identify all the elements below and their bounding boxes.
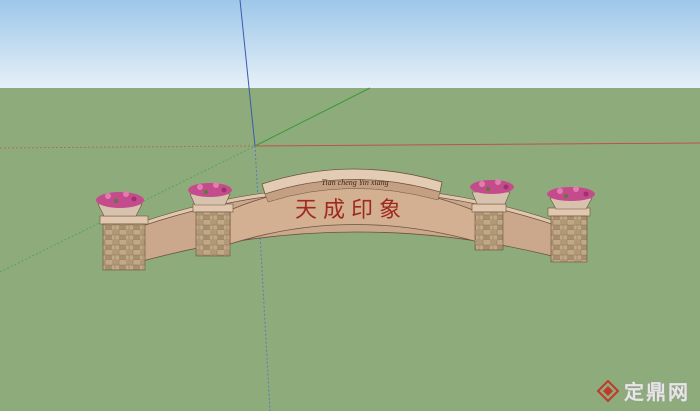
diamond-logo-icon <box>596 379 620 402</box>
pillar-left-inner[interactable] <box>192 203 234 257</box>
pillar-left-outer[interactable] <box>99 215 149 271</box>
sign-chinese-text: 天成印象 <box>294 198 407 223</box>
pillar-right-inner[interactable] <box>471 203 507 251</box>
pillar-right-outer[interactable] <box>547 207 591 263</box>
planter-left-outer[interactable] <box>96 191 144 217</box>
model-viewport[interactable]: Tian cheng Yin xiang 天成印象 定鼎网 <box>0 0 700 411</box>
planter-left-inner[interactable] <box>188 182 232 206</box>
sky <box>0 0 700 88</box>
sign-pinyin: Tian cheng Yin xiang <box>321 178 389 187</box>
watermark: 定鼎网 <box>596 376 690 405</box>
planter-right-outer[interactable] <box>547 186 595 210</box>
watermark-text: 定鼎网 <box>624 380 690 404</box>
